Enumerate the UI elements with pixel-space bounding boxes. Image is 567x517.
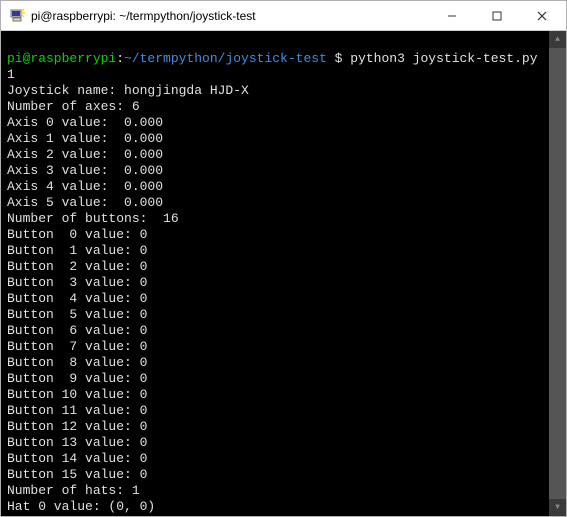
- button-line: Button 7 value: 0: [7, 339, 147, 354]
- button-line: Button 12 value: 0: [7, 419, 147, 434]
- num-buttons: Number of buttons: 16: [7, 211, 179, 226]
- scroll-up-button[interactable]: ▲: [549, 31, 566, 48]
- window-title: pi@raspberrypi: ~/termpython/joystick-te…: [31, 9, 429, 23]
- prompt-symbol: $: [327, 515, 350, 516]
- button-line: Button 13 value: 0: [7, 435, 147, 450]
- scroll-track[interactable]: [549, 48, 566, 499]
- scrollbar[interactable]: ▲ ▼: [549, 31, 566, 516]
- num-axes: Number of axes: 6: [7, 99, 140, 114]
- button-line: Button 1 value: 0: [7, 243, 147, 258]
- button-line: Button 10 value: 0: [7, 387, 147, 402]
- putty-icon: [9, 8, 25, 24]
- button-line: Button 14 value: 0: [7, 451, 147, 466]
- button-line: Button 9 value: 0: [7, 371, 147, 386]
- prompt-sep: :: [116, 51, 124, 66]
- prompt-sep: :: [116, 515, 124, 516]
- button-line: Button 0 value: 0: [7, 227, 147, 242]
- scroll-thumb[interactable]: [549, 48, 566, 499]
- command-text: python3 joystick-test.py: [350, 51, 537, 66]
- close-button[interactable]: [519, 1, 564, 30]
- axis-line: Axis 0 value: 0.000: [7, 115, 163, 130]
- titlebar[interactable]: pi@raspberrypi: ~/termpython/joystick-te…: [1, 1, 566, 31]
- output-line: 1: [7, 67, 15, 82]
- prompt-symbol: $: [327, 51, 350, 66]
- button-line: Button 5 value: 0: [7, 307, 147, 322]
- maximize-button[interactable]: [474, 1, 519, 30]
- prompt-user-host: pi@raspberrypi: [7, 51, 116, 66]
- axis-line: Axis 5 value: 0.000: [7, 195, 163, 210]
- button-line: Button 11 value: 0: [7, 403, 147, 418]
- button-line: Button 4 value: 0: [7, 291, 147, 306]
- axis-line: Axis 3 value: 0.000: [7, 163, 163, 178]
- axis-line: Axis 2 value: 0.000: [7, 147, 163, 162]
- button-line: Button 2 value: 0: [7, 259, 147, 274]
- prompt-path: ~/termpython/joystick-test: [124, 51, 327, 66]
- button-line: Button 8 value: 0: [7, 355, 147, 370]
- button-line: Button 6 value: 0: [7, 323, 147, 338]
- hat-line: Hat 0 value: (0, 0): [7, 499, 155, 514]
- joystick-name: Joystick name: hongjingda HJD-X: [7, 83, 249, 98]
- terminal-body[interactable]: pi@raspberrypi:~/termpython/joystick-tes…: [1, 31, 566, 516]
- window-controls: [429, 1, 564, 30]
- num-hats: Number of hats: 1: [7, 483, 140, 498]
- prompt-user-host: pi@raspberrypi: [7, 515, 116, 516]
- axis-line: Axis 4 value: 0.000: [7, 179, 163, 194]
- minimize-button[interactable]: [429, 1, 474, 30]
- axis-line: Axis 1 value: 0.000: [7, 131, 163, 146]
- button-line: Button 15 value: 0: [7, 467, 147, 482]
- terminal-window: pi@raspberrypi: ~/termpython/joystick-te…: [0, 0, 567, 517]
- scroll-down-button[interactable]: ▼: [549, 499, 566, 516]
- button-line: Button 3 value: 0: [7, 275, 147, 290]
- prompt-path: ~/termpython/joystick-test: [124, 515, 327, 516]
